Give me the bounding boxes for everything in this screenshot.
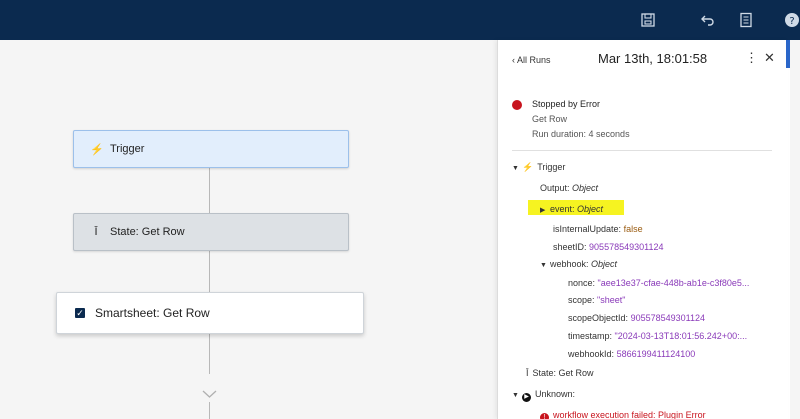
node-label: Smartsheet: Get Row: [95, 306, 210, 320]
status-title: Stopped by Error: [532, 99, 601, 109]
connector-line: [209, 402, 210, 419]
tree-item-scope: scope: "sheet": [568, 295, 626, 305]
error-status-icon: [512, 100, 522, 110]
tree-item-webhook[interactable]: ▼ webhook: Object: [540, 259, 617, 269]
save-icon[interactable]: [640, 12, 656, 28]
bolt-icon: ⚡: [90, 143, 104, 156]
state-icon: Ī: [94, 226, 98, 238]
tree-item-trigger[interactable]: ▼ ⚡ Trigger: [512, 162, 565, 173]
play-circle-icon: ▶: [522, 393, 531, 402]
tree-item-sheet-id: sheetID: 905578549301124: [553, 242, 664, 252]
tree-item-webhook-id: webhookId: 5866199411124100: [568, 349, 696, 359]
node-label: Trigger: [110, 143, 145, 155]
top-toolbar: ?: [0, 0, 800, 40]
all-runs-link[interactable]: ‹ All Runs: [512, 55, 551, 65]
caret-down-icon: ▼: [540, 262, 547, 269]
smartsheet-icon: ✓: [75, 308, 85, 318]
run-duration: Run duration: 4 seconds: [532, 129, 630, 139]
caret-right-icon: ▶: [540, 207, 546, 214]
error-icon: !: [540, 413, 549, 419]
state-node[interactable]: Ī State: Get Row: [73, 213, 349, 251]
document-icon[interactable]: [738, 12, 754, 28]
tree-item-nonce: nonce: "aee13e37-cfae-448b-ab1e-c3f80e5.…: [568, 278, 750, 288]
trigger-node[interactable]: ⚡ Trigger: [73, 130, 349, 168]
close-icon[interactable]: ✕: [764, 50, 775, 66]
tree-item-output: Output: Object: [540, 183, 599, 193]
tree-item-timestamp: timestamp: "2024-03-13T18:01:56.242+00:.…: [568, 331, 748, 341]
svg-text:?: ?: [789, 16, 794, 27]
more-options-icon[interactable]: ⋮: [745, 50, 758, 66]
connector-line: [209, 334, 210, 374]
chevron-down-icon: [202, 390, 217, 398]
right-edge-strip: [790, 40, 800, 419]
caret-down-icon: ▼: [512, 392, 519, 399]
tree-item-internal-update: isInternalUpdate: false: [553, 224, 643, 234]
run-date-title: Mar 13th, 18:01:58: [598, 51, 708, 66]
bolt-icon: ⚡: [522, 162, 534, 172]
connector-line: [209, 168, 210, 213]
error-message: ! workflow execution failed: Plugin Error: [540, 410, 706, 419]
state-icon: Ī: [526, 368, 529, 378]
tree-item-state[interactable]: Ī State: Get Row: [526, 368, 594, 378]
tree-item-unknown[interactable]: ▼ ▶ Unknown:: [512, 389, 575, 402]
node-label: State: Get Row: [110, 226, 185, 238]
help-icon[interactable]: ?: [784, 12, 800, 28]
divider: [512, 150, 772, 151]
smartsheet-node[interactable]: ✓ Smartsheet: Get Row: [56, 292, 364, 334]
run-details-panel: ‹ All Runs Mar 13th, 18:01:58 ⋮ ✕ Stoppe…: [497, 40, 788, 419]
tree-item-scope-object-id: scopeObjectId: 905578549301124: [568, 313, 705, 323]
undo-icon[interactable]: [700, 12, 716, 28]
caret-down-icon: ▼: [512, 165, 519, 172]
connector-line: [209, 251, 210, 294]
status-step: Get Row: [532, 114, 568, 124]
app-window: ? ⚡ Trigger Ī State: Get Row ✓ Smartshee…: [0, 0, 800, 419]
tree-item-event[interactable]: ▶ event: Object: [540, 204, 603, 214]
